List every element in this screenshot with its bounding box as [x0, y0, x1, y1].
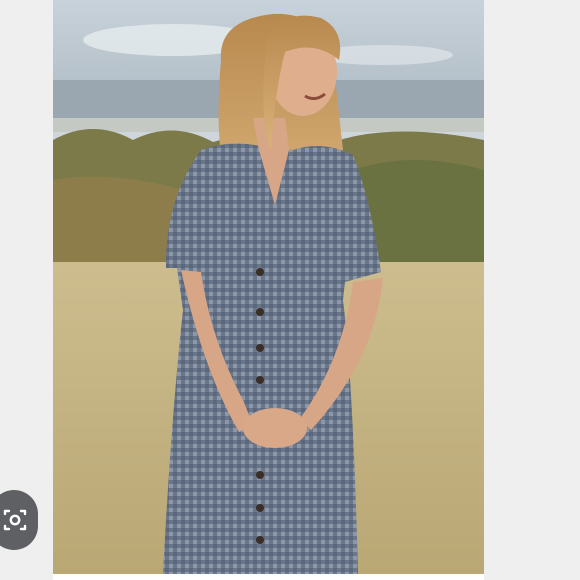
- dress-button: [256, 344, 264, 352]
- product-photo[interactable]: [53, 0, 484, 574]
- bottom-strip: [53, 574, 484, 580]
- image-viewer: [0, 0, 580, 580]
- photo-illustration: [53, 0, 484, 574]
- visual-search-button[interactable]: [0, 490, 38, 550]
- dress-button: [256, 268, 264, 276]
- dress-button: [256, 504, 264, 512]
- dress-button: [256, 536, 264, 544]
- shrubs-warm: [53, 176, 183, 270]
- camera-lens-icon: [2, 508, 28, 532]
- dress-button: [256, 471, 264, 479]
- right-margin: [484, 0, 580, 580]
- dress-button: [256, 376, 264, 384]
- hands: [243, 408, 307, 448]
- dress-button: [256, 308, 264, 316]
